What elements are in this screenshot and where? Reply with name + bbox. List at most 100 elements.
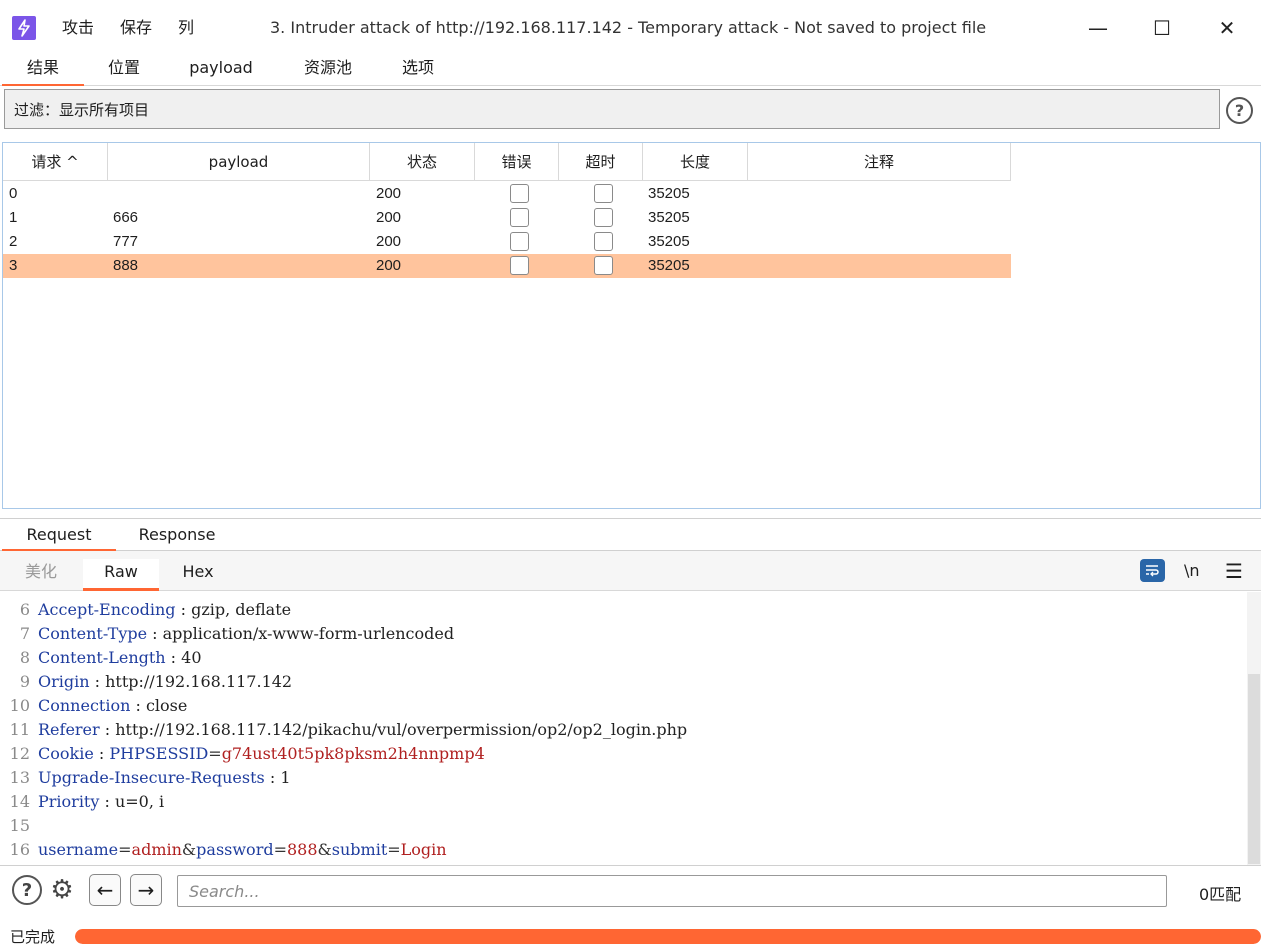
line-number: 9 xyxy=(19,672,30,691)
gear-icon[interactable]: ⚙ xyxy=(47,875,77,905)
code-key: Origin xyxy=(38,672,90,691)
error-checkbox xyxy=(510,208,529,227)
line-number: 12 xyxy=(9,744,30,763)
timeout-checkbox xyxy=(594,256,613,275)
tab-response[interactable]: Response xyxy=(128,523,226,552)
line-number: 15 xyxy=(9,816,30,835)
tab-request[interactable]: Request xyxy=(2,523,116,552)
cell-payload: 777 xyxy=(113,233,139,250)
table-row[interactable]: 1 666 200 35205 xyxy=(3,206,1011,230)
code-key: submit xyxy=(331,840,388,859)
error-checkbox xyxy=(510,232,529,251)
column-header-request[interactable]: 请求 ^ xyxy=(3,143,108,181)
status-text: 已完成 xyxy=(10,928,56,946)
cell-request: 3 xyxy=(9,257,18,274)
code-key: Cookie xyxy=(38,744,94,763)
table-row[interactable]: 3 888 200 35205 xyxy=(3,254,1011,278)
wrap-lines-icon[interactable] xyxy=(1140,559,1165,582)
column-header-status[interactable]: 状态 xyxy=(370,143,475,181)
code-key: Content-Type xyxy=(38,624,148,643)
cell-request: 0 xyxy=(9,185,18,202)
progress-bar xyxy=(75,929,1261,944)
filter-bar[interactable]: 过滤：显示所有项目 xyxy=(4,89,1220,129)
column-header-timeout[interactable]: 超时 xyxy=(559,143,643,181)
code-line: 13 Upgrade-Insecure-Requests : 1 xyxy=(0,766,291,790)
error-checkbox xyxy=(510,184,529,203)
message-view-tabs: 美化 Raw Hex xyxy=(0,551,1261,591)
arrow-left-icon: ← xyxy=(96,878,114,902)
tab-options[interactable]: 选项 xyxy=(390,56,446,86)
filter-help-icon[interactable]: ? xyxy=(1226,97,1253,124)
maximize-button[interactable]: ☐ xyxy=(1147,14,1177,42)
column-header-length[interactable]: 长度 xyxy=(643,143,748,181)
burp-app-icon xyxy=(12,16,36,40)
menu-save[interactable]: 保存 xyxy=(120,18,152,38)
code-value: g74ust40t5pk8pksm2h4nnpmp4 xyxy=(221,744,485,763)
code-text: : http://192.168.117.142 xyxy=(89,672,293,691)
tab-raw[interactable]: Raw xyxy=(83,559,159,591)
help-icon[interactable]: ? xyxy=(12,875,42,905)
tab-positions[interactable]: 位置 xyxy=(96,56,152,86)
cell-length: 35205 xyxy=(648,185,690,202)
close-button[interactable]: ✕ xyxy=(1212,14,1242,42)
cell-length: 35205 xyxy=(648,209,690,226)
column-header-payload[interactable]: payload xyxy=(108,143,370,181)
cell-status: 200 xyxy=(376,209,402,226)
code-key: username xyxy=(38,840,119,859)
minimize-button[interactable]: — xyxy=(1083,14,1113,42)
code-text: : gzip, deflate xyxy=(175,600,292,619)
line-number: 14 xyxy=(9,792,30,811)
line-number: 11 xyxy=(9,720,30,739)
request-editor[interactable]: 6 Accept-Encoding : gzip, deflate 7 Content… xyxy=(0,592,1247,865)
previous-match-button[interactable]: ← xyxy=(89,874,121,906)
code-text: = xyxy=(118,840,132,859)
code-text: & xyxy=(317,840,332,859)
code-line: 15 xyxy=(0,814,38,838)
search-input[interactable] xyxy=(178,876,1166,906)
arrow-right-icon: → xyxy=(137,878,155,902)
column-header-error[interactable]: 错误 xyxy=(475,143,559,181)
cell-status: 200 xyxy=(376,233,402,250)
tab-hex[interactable]: Hex xyxy=(166,559,230,591)
menu-attack[interactable]: 攻击 xyxy=(62,18,94,38)
table-row[interactable]: 2 777 200 35205 xyxy=(3,230,1011,254)
editor-scroll-thumb[interactable] xyxy=(1248,674,1260,864)
code-value: admin xyxy=(131,840,182,859)
editor-menu-icon[interactable]: ☰ xyxy=(1225,559,1243,583)
cell-status: 200 xyxy=(376,257,402,274)
code-key: password xyxy=(196,840,274,859)
search-box xyxy=(177,875,1167,907)
line-number: 6 xyxy=(19,600,30,619)
code-text: : 40 xyxy=(165,648,202,667)
progress-fill xyxy=(75,929,1261,944)
main-tabs: 结果 位置 payload 资源池 选项 xyxy=(0,56,1261,86)
next-match-button[interactable]: → xyxy=(130,874,162,906)
tab-pretty[interactable]: 美化 xyxy=(10,559,72,591)
menu-columns[interactable]: 列 xyxy=(178,18,194,38)
column-header-comment[interactable]: 注释 xyxy=(748,143,1011,181)
tab-results[interactable]: 结果 xyxy=(2,56,84,86)
code-text: : application/x-www-form-urlencoded xyxy=(147,624,455,643)
code-line: 16 username=admin&password=888&submit=Log… xyxy=(0,838,447,862)
show-newlines-icon[interactable]: \n xyxy=(1184,561,1200,580)
cell-status: 200 xyxy=(376,185,402,202)
code-line: 14 Priority : u=0, i xyxy=(0,790,165,814)
timeout-checkbox xyxy=(594,232,613,251)
cell-request: 2 xyxy=(9,233,18,250)
code-text: = xyxy=(208,744,222,763)
request-response-tabs: Request Response xyxy=(0,518,1261,552)
line-number: 16 xyxy=(9,840,30,859)
code-key: Priority xyxy=(38,792,100,811)
code-text: : 1 xyxy=(264,768,291,787)
code-text: : http://192.168.117.142/pikachu/vul/ove… xyxy=(99,720,688,739)
filter-text: 过滤：显示所有项目 xyxy=(14,101,150,119)
code-line: 8 Content-Length : 40 xyxy=(0,646,202,670)
code-value: Login xyxy=(400,840,447,859)
table-row[interactable]: 0 200 35205 xyxy=(3,182,1011,206)
timeout-checkbox xyxy=(594,184,613,203)
tab-payloads[interactable]: payload xyxy=(180,56,262,86)
code-line: 11 Referer : http://192.168.117.142/pikac… xyxy=(0,718,687,742)
tab-resource-pool[interactable]: 资源池 xyxy=(292,56,364,86)
code-key: Upgrade-Insecure-Requests xyxy=(38,768,265,787)
code-text: = xyxy=(273,840,287,859)
